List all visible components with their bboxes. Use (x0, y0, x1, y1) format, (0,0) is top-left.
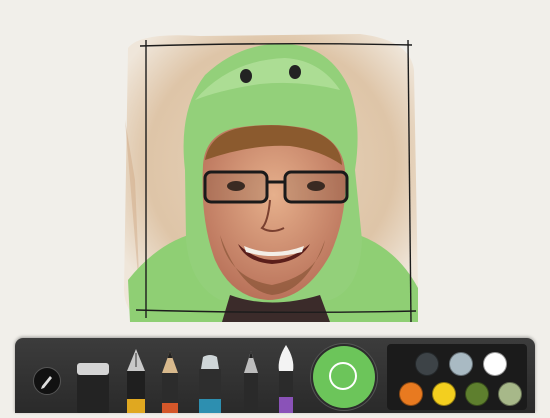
swatch-blue-gray[interactable] (449, 352, 473, 376)
sketch-artwork (124, 34, 418, 323)
brush-glyph (278, 345, 294, 413)
color-palette (387, 344, 527, 410)
marker-icon[interactable] (193, 353, 227, 413)
color-wheel-indicator (329, 362, 357, 390)
fountain-pen-glyph (127, 349, 145, 413)
hood-eye-left (240, 69, 252, 83)
fine-pencil-icon[interactable] (239, 351, 263, 413)
swatch-dark-slate[interactable] (415, 352, 439, 376)
pencil-glyph (41, 376, 52, 389)
swatch-olive-green[interactable] (465, 382, 489, 406)
swatch-white[interactable] (483, 352, 507, 376)
swatch-orange[interactable] (399, 382, 423, 406)
marker-glyph (199, 355, 221, 413)
brush-icon[interactable] (273, 345, 299, 413)
drawing-canvas[interactable] (0, 0, 550, 335)
drawing-toolbar (15, 338, 535, 413)
current-color-button[interactable] (313, 346, 375, 408)
fine-pencil-glyph (244, 351, 258, 413)
pencil-tool-glyph (162, 351, 178, 413)
pencil-tool-icon[interactable] (157, 351, 183, 413)
eraser-icon[interactable] (75, 361, 111, 413)
eraser-glyph (77, 363, 109, 413)
swatch-sage[interactable] (498, 382, 522, 406)
fountain-pen-icon[interactable] (123, 349, 149, 413)
swatch-yellow[interactable] (432, 382, 456, 406)
pencil-icon[interactable] (33, 367, 61, 395)
hood-eye-right (289, 65, 301, 79)
